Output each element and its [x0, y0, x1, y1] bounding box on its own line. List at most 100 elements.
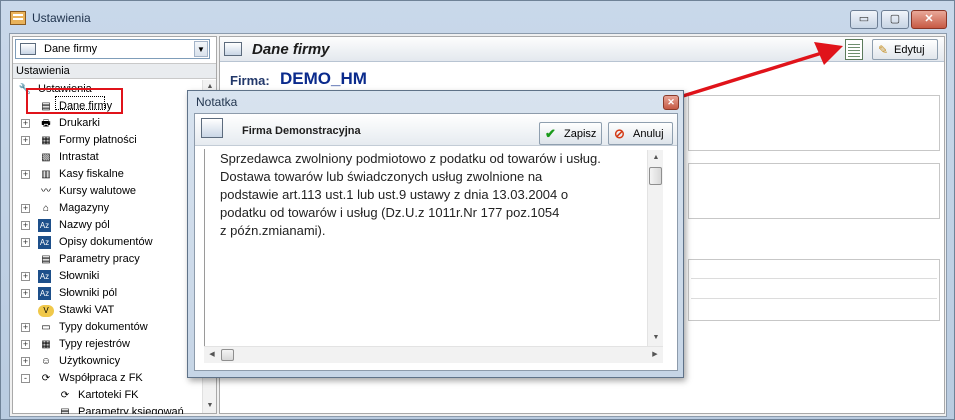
details-header: Dane firmy ✎ Edytuj — [220, 37, 944, 62]
tree-item-label: Słowniki — [59, 270, 100, 282]
az-icon: Az — [38, 287, 51, 300]
tree-item-label: Typy dokumentów — [59, 321, 148, 333]
tree-item[interactable]: ▤ Parametry księgowań — [13, 404, 203, 414]
collapse-icon[interactable]: - — [21, 374, 30, 383]
note-horizontal-scrollbar[interactable]: ◀ ▶ — [204, 346, 663, 363]
parameters-icon: ▤ — [41, 254, 51, 265]
minimize-icon: ▭ — [858, 13, 870, 25]
nav-panel-header: Ustawienia — [13, 63, 216, 79]
tree-selection-focus — [55, 96, 105, 110]
settings-tree: 🔧 Ustawienia ▤ Dane firmy + 🖶 Drukarki + ▦ Formy … — [13, 81, 203, 414]
expand-icon[interactable]: + — [21, 272, 30, 281]
tree-item-label: Słowniki pól — [59, 287, 118, 299]
cancel-icon: ⊘ — [614, 126, 625, 141]
tree-item-label: Stawki VAT — [59, 304, 115, 316]
section-select[interactable]: Dane firmy ▼ — [15, 39, 210, 59]
tree-item[interactable]: + Az Słowniki — [13, 268, 203, 285]
tree-item-label: Kartoteki FK — [78, 389, 139, 401]
tree-item[interactable]: - ⟳ Współpraca z FK — [13, 370, 203, 387]
tree-item[interactable]: 〰 Kursy walutowe — [13, 183, 203, 200]
dialog-body: Firma Demonstracyjna ✔ Zapisz ⊘ Anuluj S… — [194, 113, 678, 371]
tree-item[interactable]: ▤ Parametry pracy — [13, 251, 203, 268]
app-icon — [10, 11, 26, 25]
scroll-left-icon[interactable]: ◀ — [206, 349, 218, 361]
note-vertical-scrollbar[interactable]: ▲ ▼ — [647, 150, 663, 346]
tree-item[interactable]: + 🖶 Drukarki — [13, 115, 203, 132]
scroll-thumb[interactable] — [221, 349, 234, 361]
sync-icon: ⟳ — [41, 373, 51, 384]
note-textarea[interactable]: Sprzedawca zwolniony podmiotowo z podatk… — [204, 149, 667, 346]
expand-icon[interactable]: + — [21, 136, 30, 145]
tree-item[interactable]: + Az Nazwy pól — [13, 217, 203, 234]
expand-icon[interactable]: + — [21, 357, 30, 366]
tree-item[interactable]: + ⌂ Magazyny — [13, 200, 203, 217]
close-button[interactable]: ✕ — [911, 10, 947, 29]
dialog-header: Firma Demonstracyjna ✔ Zapisz ⊘ Anuluj — [195, 114, 677, 146]
scroll-down-icon[interactable]: ▼ — [650, 331, 662, 345]
warehouse-icon: ⌂ — [42, 203, 50, 214]
firm-value: DEMO_HM — [280, 69, 367, 88]
tree-item[interactable]: + Az Słowniki pól — [13, 285, 203, 302]
tree-item-label: Kursy walutowe — [59, 185, 137, 197]
parameters-icon: ▤ — [60, 407, 70, 414]
users-icon: ☺ — [40, 356, 52, 367]
note-line: z późn.zmianami). — [220, 223, 326, 238]
scroll-up-icon[interactable]: ▲ — [650, 151, 662, 165]
cancel-button-label: Anuluj — [633, 128, 664, 140]
note-dialog: Notatka ✕ Firma Demonstracyjna ✔ Zapisz … — [187, 90, 684, 378]
tree-item[interactable]: V Stawki VAT — [13, 302, 203, 319]
edit-button[interactable]: ✎ Edytuj — [872, 39, 938, 60]
scroll-thumb[interactable] — [649, 167, 662, 185]
expand-icon[interactable]: + — [21, 323, 30, 332]
tree-item[interactable]: + ▥ Kasy fiskalne — [13, 166, 203, 183]
note-line: podstawie art.113 ust.1 lub ust.9 ustawy… — [220, 187, 569, 202]
sync-icon: ⟳ — [60, 390, 70, 401]
document-icon: ▧ — [41, 152, 51, 163]
note-line: podatku od towarów i usług (Dz.U.z 1011r… — [220, 205, 560, 220]
expand-icon[interactable]: + — [21, 340, 30, 349]
az-icon: Az — [38, 270, 51, 283]
expand-icon[interactable]: + — [21, 221, 30, 230]
expand-icon[interactable]: + — [21, 170, 30, 179]
tree-item[interactable]: + ☺ Użytkownicy — [13, 353, 203, 370]
tree-item-label: Typy rejestrów — [59, 338, 130, 350]
tree-item[interactable]: + ▦ Typy rejestrów — [13, 336, 203, 353]
tree-item[interactable]: + ▭ Typy dokumentów — [13, 319, 203, 336]
expand-icon[interactable]: + — [21, 238, 30, 247]
details-title: Dane firmy — [252, 41, 330, 58]
company-card-icon — [20, 43, 36, 55]
cash-register-icon: ▥ — [41, 169, 51, 180]
save-button[interactable]: ✔ Zapisz — [539, 122, 602, 145]
divider — [691, 278, 937, 279]
maximize-button[interactable]: ▢ — [881, 10, 909, 29]
tree-item-label: Parametry pracy — [59, 253, 140, 265]
tree-item-label: Parametry księgowań — [78, 406, 184, 414]
tree-item-label: Użytkownicy — [59, 355, 121, 367]
company-card-icon — [224, 42, 242, 56]
scroll-right-icon[interactable]: ▶ — [649, 349, 661, 361]
note-line: Dostawa towarów lub świadczonych usług z… — [220, 169, 543, 184]
tree-item[interactable]: + Az Opisy dokumentów — [13, 234, 203, 251]
tree-item[interactable]: ⟳ Kartoteki FK — [13, 387, 203, 404]
close-icon: ✕ — [924, 13, 934, 25]
tree-item-label: Intrastat — [59, 151, 99, 163]
minimize-button[interactable]: ▭ — [850, 10, 878, 29]
chevron-down-icon[interactable]: ▼ — [194, 41, 208, 57]
tree-item[interactable]: + ▦ Formy płatności — [13, 132, 203, 149]
window-title: Ustawienia — [32, 11, 91, 25]
expand-icon[interactable]: + — [21, 289, 30, 298]
dialog-title: Notatka — [196, 95, 238, 109]
scroll-down-icon[interactable]: ▼ — [204, 399, 216, 413]
pencil-icon: ✎ — [878, 43, 889, 57]
maximize-icon: ▢ — [889, 13, 901, 25]
tree-item-label: Kasy fiskalne — [59, 168, 124, 180]
title-bar: Ustawienia ▭ ▢ ✕ — [1, 1, 954, 33]
expand-icon[interactable]: + — [21, 119, 30, 128]
dialog-close-button[interactable]: ✕ — [663, 95, 679, 110]
note-icon[interactable] — [845, 39, 863, 60]
folder-icon: ▭ — [41, 322, 51, 333]
cancel-button[interactable]: ⊘ Anuluj — [608, 122, 673, 145]
expand-icon[interactable]: + — [21, 204, 30, 213]
tree-item[interactable]: ▧ Intrastat — [13, 149, 203, 166]
details-group-box — [688, 95, 940, 151]
